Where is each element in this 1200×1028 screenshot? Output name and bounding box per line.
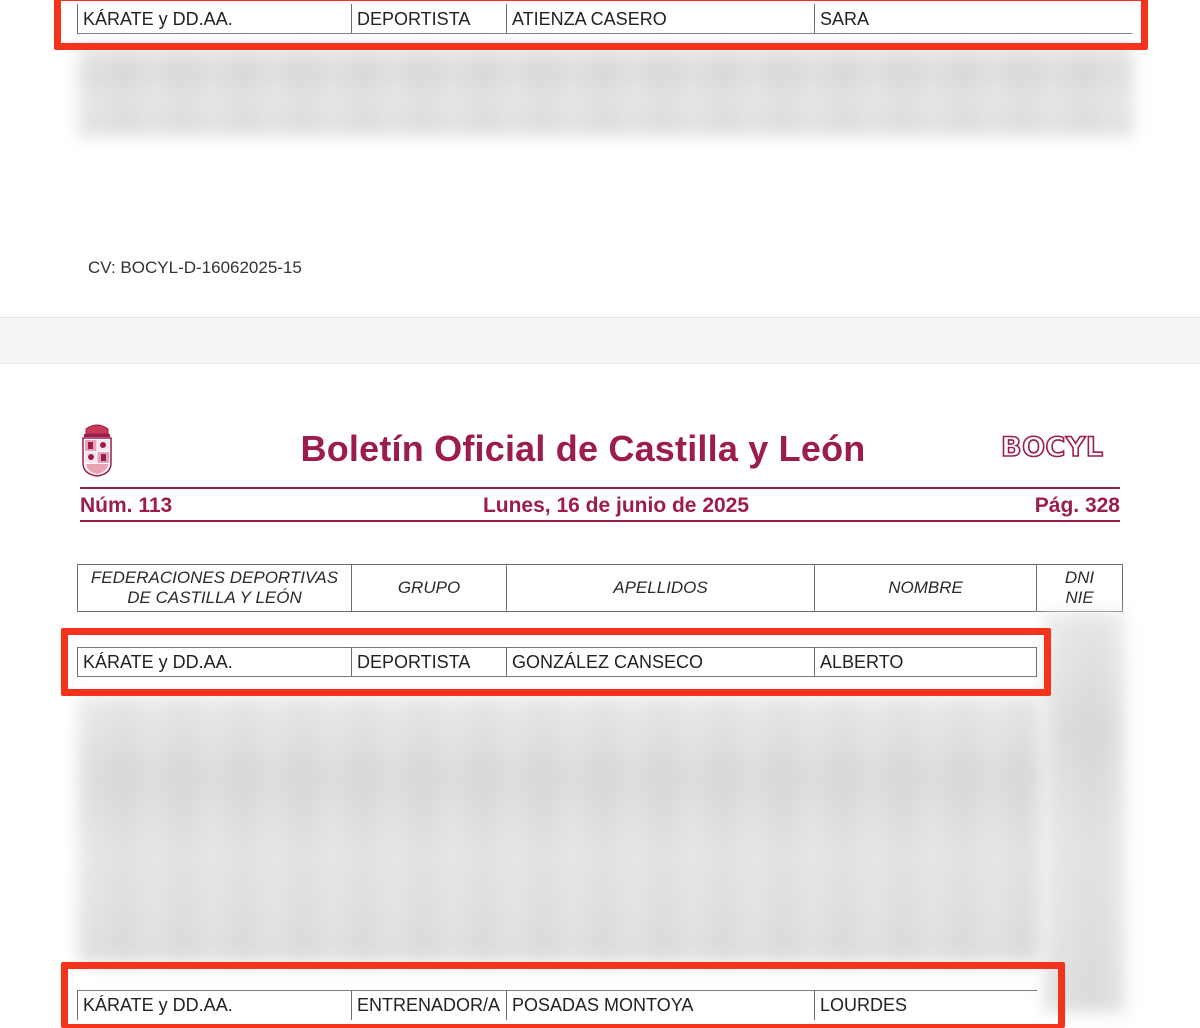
header-rule-bottom xyxy=(80,520,1120,522)
table-header: FEDERACIONES DEPORTIVAS DE CASTILLA Y LEÓ… xyxy=(77,564,1123,612)
table-row: KÁRATE y DD.AA. DEPORTISTA GONZÁLEZ CANS… xyxy=(77,647,1037,677)
cell-federacion: KÁRATE y DD.AA. xyxy=(77,990,351,1020)
cell-grupo: DEPORTISTA xyxy=(351,647,506,677)
header-federaciones-line2: DE CASTILLA Y LEÓN xyxy=(127,588,302,607)
cell-grupo: DEPORTISTA xyxy=(351,4,506,34)
issue-date: Lunes, 16 de junio de 2025 xyxy=(482,494,750,517)
redacted-dni-column xyxy=(1045,612,1125,1012)
header-nombre: NOMBRE xyxy=(815,565,1037,611)
header-dni: DNI NIE xyxy=(1037,565,1122,611)
cell-federacion: KÁRATE y DD.AA. xyxy=(77,4,351,34)
page-number: Pág. 328 xyxy=(1034,494,1120,517)
header-federaciones: FEDERACIONES DEPORTIVAS DE CASTILLA Y LEÓ… xyxy=(78,565,352,611)
document-page-1: KÁRATE y DD.AA. DEPORTISTA ATIENZA CASER… xyxy=(0,0,1200,317)
bocyl-logo: BOCYL xyxy=(1000,431,1104,464)
cv-code: CV: BOCYL-D-16062025-15 xyxy=(88,258,302,277)
cell-nombre: SARA xyxy=(814,4,1132,34)
cell-apellidos: GONZÁLEZ CANSECO xyxy=(506,647,814,677)
cell-nombre: ALBERTO xyxy=(814,647,1037,677)
cell-grupo: ENTRENADOR/A xyxy=(351,990,506,1020)
redacted-area xyxy=(78,695,1043,963)
header-apellidos: APELLIDOS xyxy=(507,565,815,611)
header-dni-line1: DNI xyxy=(1064,568,1095,587)
bulletin-title: Boletín Oficial de Castilla y León xyxy=(300,428,866,469)
cell-apellidos: ATIENZA CASERO xyxy=(506,4,814,34)
cell-nombre: LOURDES xyxy=(814,990,1037,1020)
header-federaciones-line1: FEDERACIONES DEPORTIVAS xyxy=(90,568,339,587)
header-rule-top xyxy=(80,487,1120,489)
page-separator xyxy=(0,317,1200,364)
table-row: KÁRATE y DD.AA. DEPORTISTA ATIENZA CASER… xyxy=(77,4,1132,34)
cell-federacion: KÁRATE y DD.AA. xyxy=(77,647,351,677)
table-row: KÁRATE y DD.AA. ENTRENADOR/A POSADAS MON… xyxy=(77,990,1037,1020)
redacted-area xyxy=(78,44,1133,136)
header-dni-line2: NIE xyxy=(1065,588,1094,607)
header-grupo: GRUPO xyxy=(352,565,507,611)
cell-apellidos: POSADAS MONTOYA xyxy=(506,990,814,1020)
